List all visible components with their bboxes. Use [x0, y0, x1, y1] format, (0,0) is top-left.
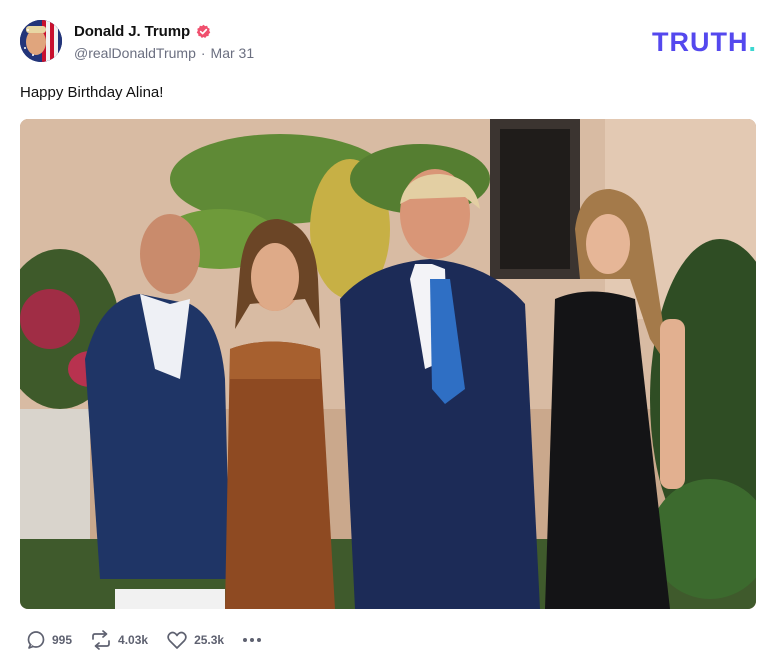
like-button[interactable]: 25.3k [166, 630, 224, 650]
separator-dot: · [200, 45, 206, 61]
post-text: Happy Birthday Alina! [20, 84, 164, 101]
heart-icon [167, 631, 187, 649]
action-bar: 995 4.03k 25.3k [26, 630, 262, 650]
name-row: Donald J. Trump [74, 21, 254, 41]
truth-logo[interactable]: TRUTH. [652, 27, 757, 58]
retruth-icon [92, 630, 110, 650]
meta-row: @realDonaldTrump · Mar 31 [74, 45, 254, 61]
handle[interactable]: @realDonaldTrump [74, 45, 196, 61]
retruth-count: 4.03k [118, 633, 149, 647]
reply-count: 995 [52, 633, 73, 647]
avatar[interactable] [20, 20, 62, 62]
truth-post: Donald J. Trump @realDonaldTrump · Mar 3… [0, 0, 777, 671]
retruth-button[interactable]: 4.03k [90, 630, 148, 650]
logo-text: TRUTH [652, 27, 749, 57]
verified-badge-icon [196, 24, 211, 39]
more-icon [243, 638, 262, 642]
more-button[interactable] [242, 637, 262, 643]
like-count: 25.3k [194, 633, 225, 647]
reply-icon [27, 631, 45, 649]
logo-dot: . [748, 27, 757, 57]
post-photo[interactable] [20, 119, 756, 609]
reply-button[interactable]: 995 [26, 630, 72, 650]
author-info: Donald J. Trump @realDonaldTrump · Mar 3… [74, 21, 254, 62]
post-date[interactable]: Mar 31 [211, 45, 255, 61]
post-header: Donald J. Trump @realDonaldTrump · Mar 3… [20, 20, 254, 62]
display-name[interactable]: Donald J. Trump [74, 23, 190, 40]
